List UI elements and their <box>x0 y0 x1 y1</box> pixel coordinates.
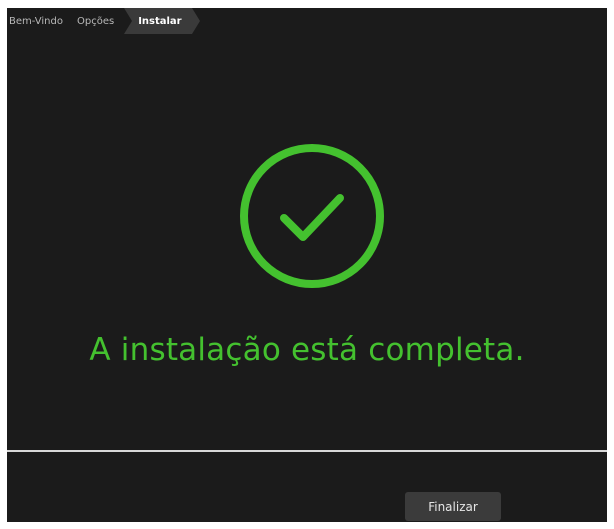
finish-button[interactable]: Finalizar <box>405 492 501 521</box>
completion-message: A instalação está completa. <box>89 332 525 368</box>
breadcrumb-step-welcome[interactable]: Bem-Vindo <box>7 8 77 34</box>
breadcrumb-step-label: Opções <box>76 15 115 27</box>
breadcrumb-step-label: Bem-Vindo <box>9 15 63 27</box>
breadcrumb: Bem-Vindo Opções Instalar <box>7 8 201 34</box>
footer-bar: Finalizar <box>7 450 607 522</box>
breadcrumb-step-label: Instalar <box>138 15 182 27</box>
installer-window: Bem-Vindo Opções Instalar A instalação e… <box>7 8 607 522</box>
breadcrumb-step-options[interactable]: Opções <box>77 8 124 34</box>
check-circle-icon <box>240 144 384 288</box>
breadcrumb-step-install[interactable]: Instalar <box>124 8 201 34</box>
